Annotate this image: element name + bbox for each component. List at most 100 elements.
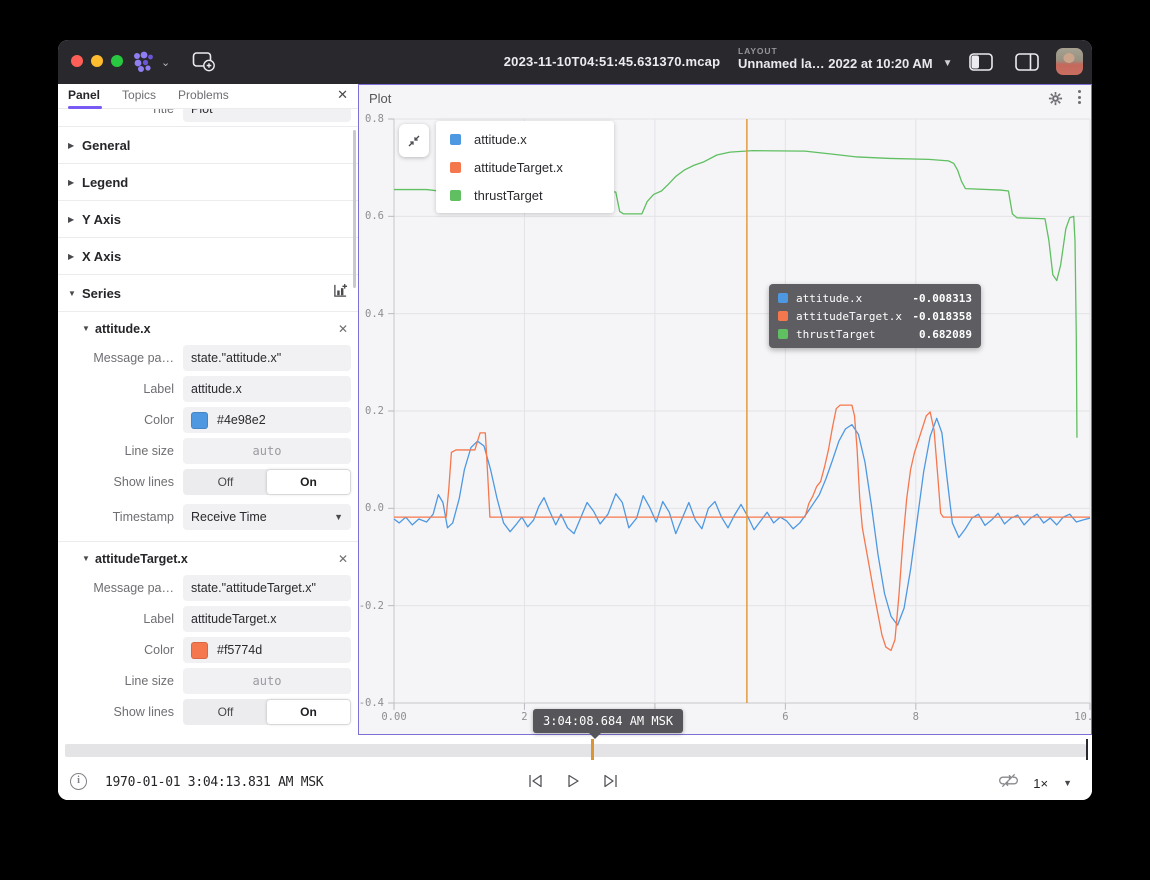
plot-hover-tooltip: attitude.x -0.008313 attitudeTarget.x -0… — [769, 284, 981, 348]
y-axis-tick: 0.0 — [365, 502, 384, 514]
color-hex-value: #f5774d — [217, 643, 262, 657]
y-axis-tick: 0.8 — [365, 113, 384, 125]
series-header[interactable]: ▼ attitudeTarget.x ✕ — [58, 542, 358, 575]
chevron-down-icon[interactable]: ▼ — [1063, 778, 1072, 788]
color-input[interactable]: #4e98e2 — [183, 407, 351, 433]
collapse-legend-button[interactable] — [399, 124, 429, 157]
timestamp-label: Timestamp — [58, 510, 183, 524]
window-controls — [71, 55, 123, 67]
play-button[interactable] — [563, 771, 583, 796]
color-swatch[interactable] — [191, 642, 208, 659]
chevron-down-icon: ▼ — [943, 58, 953, 69]
foxglove-logo-icon[interactable] — [130, 49, 156, 75]
timeline-scrubber-track[interactable] — [65, 744, 1086, 757]
panel-title: Plot — [369, 91, 391, 106]
tab-topics[interactable]: Topics — [122, 84, 156, 108]
tab-problems[interactable]: Problems — [178, 84, 229, 108]
title-bar: ⌄ 2023-11-10T04:51:45.631370.mcap LAYOUT… — [58, 40, 1092, 84]
x-axis-tick: 8 — [913, 711, 919, 723]
message-path-input[interactable]: state."attitudeTarget.x" — [183, 575, 351, 601]
series-line-attitude.x — [394, 418, 1090, 625]
line-size-input[interactable]: auto — [183, 438, 351, 464]
screenshot-root: { "titlebar": { "filename": "2023-11-10T… — [0, 0, 1150, 880]
section-legend[interactable]: ▶ Legend — [58, 164, 358, 201]
legend-item[interactable]: thrustTarget — [436, 181, 614, 209]
app-menu-chevron-icon[interactable]: ⌄ — [161, 56, 170, 69]
title-field-input[interactable]: Plot — [183, 109, 351, 122]
y-axis-tick: 0.6 — [365, 210, 384, 222]
toggle-right-sidebar-button[interactable] — [1015, 53, 1039, 76]
close-window-button[interactable] — [71, 55, 83, 67]
message-path-input[interactable]: state."attitude.x" — [183, 345, 351, 371]
series-header[interactable]: ▼ attitude.x ✕ — [58, 312, 358, 345]
section-general[interactable]: ▶ General — [58, 127, 358, 164]
section-y-axis[interactable]: ▶ Y Axis — [58, 201, 358, 238]
main-content: Panel Topics Problems ✕ Title Plot ▶ Gen… — [58, 84, 1092, 735]
add-panel-button[interactable] — [192, 51, 216, 73]
timestamp-select[interactable]: Receive Time ▼ — [183, 504, 351, 530]
color-label: Color — [58, 643, 183, 657]
tooltip-row: attitudeTarget.x -0.018358 — [778, 307, 972, 325]
line-size-placeholder: auto — [253, 674, 282, 688]
timeline-hover-time-tooltip: 3:04:08.684 AM MSK — [533, 709, 683, 733]
x-axis-labels: 0.00246810.67 — [394, 711, 1090, 725]
tooltip-row: attitude.x -0.008313 — [778, 289, 972, 307]
remove-series-icon[interactable]: ✕ — [338, 552, 348, 566]
title-field-label: Title — [58, 109, 183, 116]
label-input[interactable]: attitude.x — [183, 376, 351, 402]
tab-panel[interactable]: Panel — [68, 84, 100, 108]
timestamp-value: Receive Time — [191, 510, 267, 524]
playback-speed[interactable]: 1× — [1033, 776, 1048, 791]
user-avatar[interactable] — [1056, 48, 1083, 75]
section-series[interactable]: ▼ Series — [58, 275, 358, 312]
add-series-icon[interactable] — [333, 283, 348, 303]
legend-item[interactable]: attitudeTarget.x — [436, 153, 614, 181]
chevron-down-icon: ▼ — [334, 512, 343, 522]
playback-timestamp: 1970-01-01 3:04:13.831 AM MSK — [105, 764, 323, 800]
color-input[interactable]: #f5774d — [183, 637, 351, 663]
label-input[interactable]: attitudeTarget.x — [183, 606, 351, 632]
sidebar-tabs: Panel Topics Problems ✕ — [58, 84, 358, 109]
chevron-down-icon: ▼ — [82, 324, 95, 333]
y-axis-tick: -0.4 — [359, 697, 384, 709]
tooltip-swatch — [778, 311, 788, 321]
show-lines-toggle: Off On — [183, 699, 351, 725]
color-swatch[interactable] — [191, 412, 208, 429]
app-window: ⌄ 2023-11-10T04:51:45.631370.mcap LAYOUT… — [58, 40, 1092, 800]
tooltip-swatch — [778, 329, 788, 339]
maximize-window-button[interactable] — [111, 55, 123, 67]
series-editor-attitude-x: ▼ attitude.x ✕ Message pa… state."attitu… — [58, 312, 358, 542]
loop-off-icon[interactable] — [999, 771, 1018, 795]
chevron-down-icon: ▼ — [82, 554, 95, 563]
toggle-left-sidebar-button[interactable] — [969, 53, 993, 76]
chevron-right-icon: ▶ — [68, 178, 82, 187]
panel-menu-icon[interactable] — [1077, 90, 1081, 104]
show-lines-label: Show lines — [58, 475, 183, 489]
seek-backward-button[interactable] — [526, 771, 546, 796]
line-size-input[interactable]: auto — [183, 668, 351, 694]
remove-series-icon[interactable]: ✕ — [338, 322, 348, 336]
settings-sidebar: Panel Topics Problems ✕ Title Plot ▶ Gen… — [58, 84, 358, 735]
tooltip-row: thrustTarget 0.682089 — [778, 325, 972, 343]
layout-switcher[interactable]: LAYOUT Unnamed la… 2022 at 10:20 AM ▼ — [738, 46, 953, 71]
y-axis-labels: 0.80.60.40.20.0-0.2-0.4 — [359, 119, 389, 703]
minimize-window-button[interactable] — [91, 55, 103, 67]
show-lines-off-button[interactable]: Off — [184, 470, 267, 494]
show-lines-on-button[interactable]: On — [267, 700, 350, 724]
series-editor-attitude-target-x: ▼ attitudeTarget.x ✕ Message pa… state."… — [58, 542, 358, 735]
show-lines-toggle: Off On — [183, 469, 351, 495]
close-sidebar-icon[interactable]: ✕ — [337, 87, 348, 103]
show-lines-off-button[interactable]: Off — [184, 700, 267, 724]
y-axis-tick: 0.4 — [365, 308, 384, 320]
color-label: Color — [58, 413, 183, 427]
plot-panel: Plot 0.80.60.40.20.0-0.2-0.4 0.00246810. — [358, 84, 1092, 735]
info-icon[interactable]: i — [70, 773, 87, 790]
seek-forward-button[interactable] — [600, 771, 620, 796]
legend-item[interactable]: attitude.x — [436, 125, 614, 153]
panel-settings-gear-icon[interactable] — [1048, 91, 1063, 106]
plot-legend: attitude.x attitudeTarget.x thrustTarget — [436, 121, 614, 213]
sidebar-scrollbar[interactable] — [353, 130, 356, 288]
section-x-axis[interactable]: ▶ X Axis — [58, 238, 358, 275]
show-lines-on-button[interactable]: On — [267, 470, 350, 494]
chevron-right-icon: ▶ — [68, 215, 82, 224]
